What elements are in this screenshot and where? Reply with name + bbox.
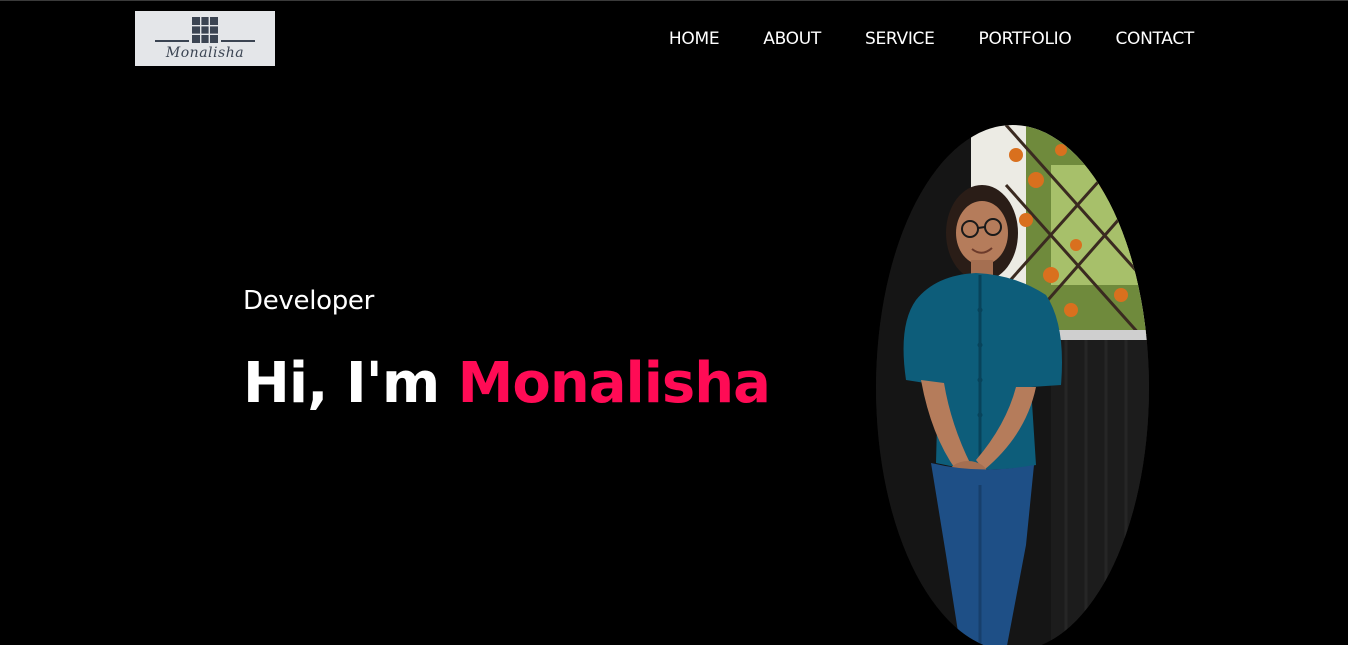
logo-divider-right [221,40,255,42]
nav-about[interactable]: ABOUT [763,29,821,49]
hero-role: Developer [243,286,375,316]
profile-photo [876,125,1149,645]
logo-text: Monalisha [165,45,245,61]
nav-home[interactable]: HOME [669,29,720,49]
page: Monalisha HOME ABOUT SERVICE PORTFOLIO C… [0,0,1348,645]
nav-service[interactable]: SERVICE [865,29,935,49]
hero-name: Monalisha [457,351,771,416]
hero-greeting: Hi, I'm [243,351,440,416]
nav-portfolio[interactable]: PORTFOLIO [979,29,1072,49]
grid-icon [192,17,218,43]
main-nav: HOME ABOUT SERVICE PORTFOLIO CONTACT [669,29,1194,49]
hero-headline: Hi, I'm Monalisha [243,351,771,416]
nav-contact[interactable]: CONTACT [1115,29,1194,49]
profile-photo-illustration [876,125,1149,645]
logo-divider-left [155,40,189,42]
site-logo[interactable]: Monalisha [135,11,275,66]
